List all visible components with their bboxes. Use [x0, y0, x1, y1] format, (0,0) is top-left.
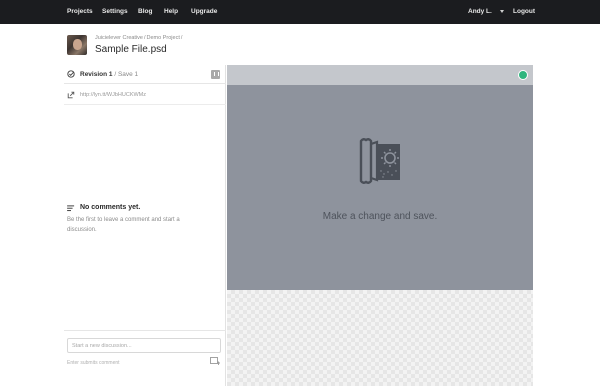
page-title: Sample File.psd: [95, 44, 167, 55]
breadcrumb-separator: /: [144, 35, 146, 41]
preview-message: Make a change and save.: [322, 211, 438, 222]
logout-link[interactable]: Logout: [513, 0, 535, 24]
nav-upgrade[interactable]: Upgrade: [191, 0, 217, 24]
breadcrumb-team[interactable]: Juicielever Creative: [95, 35, 143, 41]
user-menu[interactable]: Andy L.: [468, 0, 492, 24]
nav-projects[interactable]: Projects: [67, 0, 93, 24]
nav-blog[interactable]: Blog: [138, 0, 152, 24]
breadcrumb: Juicielever Creative/Demo Project/: [95, 35, 183, 41]
nav-help[interactable]: Help: [164, 0, 178, 24]
avatar[interactable]: [67, 35, 87, 55]
comments-title: No comments yet.: [80, 204, 141, 211]
revision-number: Revision 1: [80, 71, 113, 78]
transparent-canvas: [227, 290, 533, 386]
sidebar: Revision 1 / Save 1 http://lyn.tt/WJbHUC…: [64, 65, 226, 386]
revision-row[interactable]: Revision 1 / Save 1: [64, 65, 226, 84]
comments-lines-icon: [67, 205, 75, 212]
download-icon[interactable]: [211, 70, 220, 79]
submit-hint: Enter submits comment: [67, 360, 120, 366]
revision-label: Revision 1 / Save 1: [80, 71, 138, 78]
preview-empty-state: Make a change and save.: [227, 85, 533, 290]
share-arrow-icon: [67, 91, 75, 99]
save-number: Save 1: [117, 71, 139, 78]
breadcrumb-project[interactable]: Demo Project: [147, 35, 180, 41]
open-door-icon: [359, 138, 400, 184]
check-circle-icon: [67, 70, 75, 78]
discussion-composer: Enter submits comment: [64, 330, 226, 386]
caret-down-icon[interactable]: [500, 10, 504, 13]
preview-toolbar: [227, 65, 533, 85]
comments-description: Be the first to leave a comment and star…: [67, 217, 180, 233]
preview-panel: Make a change and save.: [227, 65, 533, 386]
breadcrumb-separator: /: [180, 35, 183, 41]
top-navbar: Projects Settings Blog Help Upgrade Andy…: [0, 0, 600, 24]
nav-settings[interactable]: Settings: [102, 0, 128, 24]
share-link[interactable]: http://lyn.tt/WJbHUCKWMz: [80, 92, 146, 98]
status-dot-icon: [518, 70, 528, 80]
discussion-input[interactable]: [67, 338, 221, 353]
share-link-row: http://lyn.tt/WJbHUCKWMz: [64, 85, 226, 105]
add-comment-icon[interactable]: [210, 357, 220, 366]
